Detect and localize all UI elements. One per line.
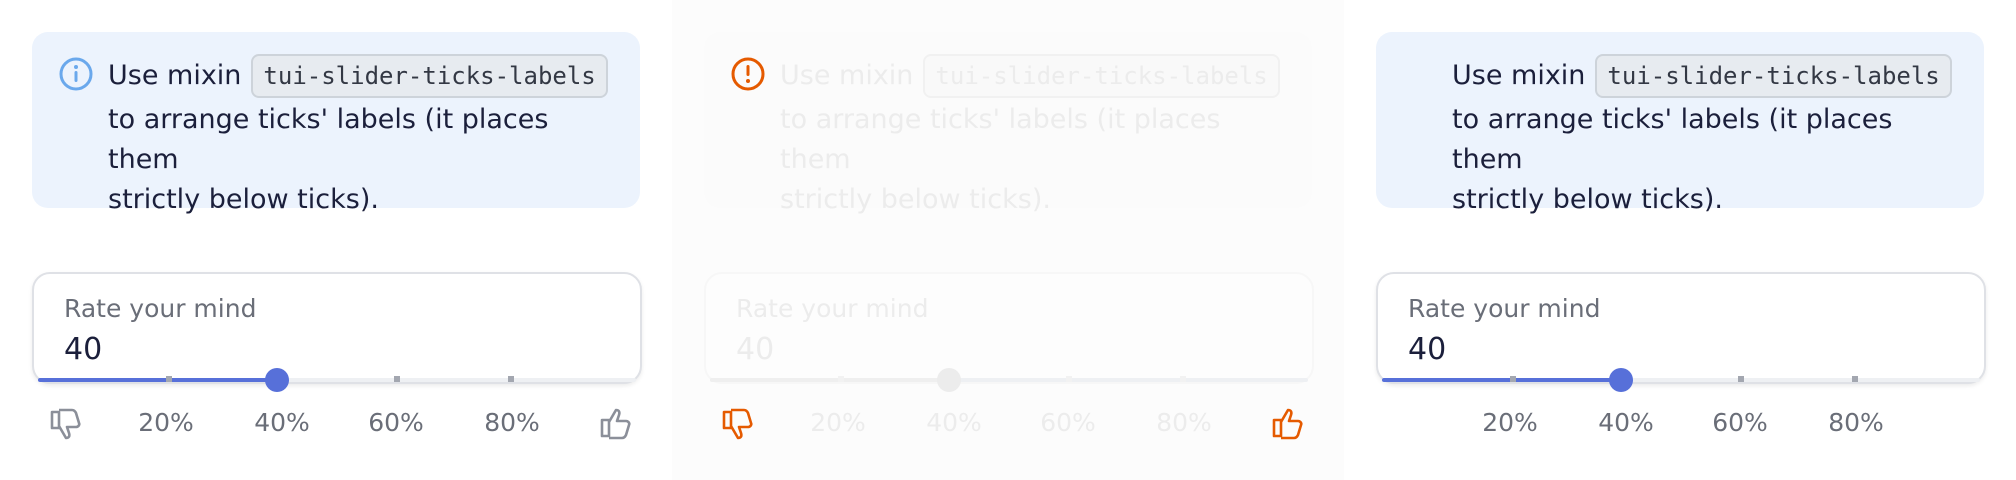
field-value: 40 (736, 332, 775, 367)
tick-label: 40% (926, 408, 982, 437)
mixin-code: tui-slider-ticks-labels (923, 54, 1280, 98)
slider-thumb[interactable] (1609, 368, 1634, 392)
info-icon (59, 57, 93, 91)
info-icon (731, 57, 765, 91)
notification-text: Use mixin tui-slider-ticks-labels to arr… (780, 52, 1290, 220)
slider-tick (1738, 376, 1744, 382)
tick-label: 60% (1040, 408, 1096, 437)
slider-tick (1510, 376, 1516, 382)
panel-normal: Use mixin tui-slider-ticks-labels to arr… (0, 0, 672, 480)
note-prefix: Use mixin (780, 60, 914, 91)
slider-tick (166, 376, 172, 382)
slider-field[interactable]: Rate your mind 40 (32, 272, 642, 392)
slider-thumb[interactable] (265, 368, 290, 392)
slider-thumb (937, 368, 962, 392)
note-line2: to arrange ticks' labels (it places them (780, 104, 1221, 175)
error-notification: Use mixin tui-slider-ticks-labels to arr… (704, 32, 1312, 215)
tick-label: 40% (1598, 408, 1654, 437)
tick-label: 20% (1482, 408, 1538, 437)
thumbs-up-icon[interactable] (1270, 406, 1306, 442)
note-line2: to arrange ticks' labels (it places them (1452, 104, 1893, 175)
panel-disabled: Use mixin tui-slider-ticks-labels to arr… (672, 0, 1344, 480)
tick-label: 40% (254, 408, 310, 437)
panel-plain: Use mixin tui-slider-ticks-labels to arr… (1344, 0, 2016, 480)
mixin-code: tui-slider-ticks-labels (1595, 54, 1952, 98)
slider-tick (1066, 376, 1072, 382)
mixin-code: tui-slider-ticks-labels (251, 54, 608, 98)
field-label: Rate your mind (736, 294, 929, 323)
slider-tick (1180, 376, 1186, 382)
notification-text: Use mixin tui-slider-ticks-labels to arr… (108, 52, 618, 220)
slider-fill (38, 378, 278, 382)
slider-tick (1852, 376, 1858, 382)
slider-fill (710, 378, 950, 382)
thumbs-down-icon[interactable] (720, 406, 756, 442)
slider-tick (394, 376, 400, 382)
info-notification: Use mixin tui-slider-ticks-labels to arr… (32, 32, 640, 215)
note-line3: strictly below ticks). (780, 184, 1051, 215)
thumbs-down-icon[interactable] (48, 406, 84, 442)
slider-track (710, 368, 1308, 392)
tick-label: 80% (1828, 408, 1884, 437)
slider-field: Rate your mind 40 (704, 272, 1314, 392)
field-label: Rate your mind (1408, 294, 1601, 323)
field-value[interactable]: 40 (1408, 332, 1446, 367)
slider-tick (838, 376, 844, 382)
slider-track[interactable] (1382, 368, 1980, 392)
thumbs-up-icon[interactable] (598, 406, 634, 442)
note-line3: strictly below ticks). (1452, 184, 1723, 215)
tick-label: 80% (1156, 408, 1212, 437)
field-value[interactable]: 40 (64, 332, 102, 367)
note-line3: strictly below ticks). (108, 184, 379, 215)
tick-label: 80% (484, 408, 540, 437)
slider-tick (508, 376, 514, 382)
note-prefix: Use mixin (108, 60, 242, 91)
tick-label: 20% (138, 408, 194, 437)
tick-label: 60% (1712, 408, 1768, 437)
note-prefix: Use mixin (1452, 60, 1586, 91)
field-label: Rate your mind (64, 294, 257, 323)
tick-label: 20% (810, 408, 866, 437)
note-line2: to arrange ticks' labels (it places them (108, 104, 549, 175)
slider-track[interactable] (38, 368, 636, 392)
slider-field[interactable]: Rate your mind 40 (1376, 272, 1986, 392)
notification-text: Use mixin tui-slider-ticks-labels to arr… (1452, 52, 1962, 220)
info-notification: Use mixin tui-slider-ticks-labels to arr… (1376, 32, 1984, 215)
slider-fill (1382, 378, 1622, 382)
tick-label: 60% (368, 408, 424, 437)
